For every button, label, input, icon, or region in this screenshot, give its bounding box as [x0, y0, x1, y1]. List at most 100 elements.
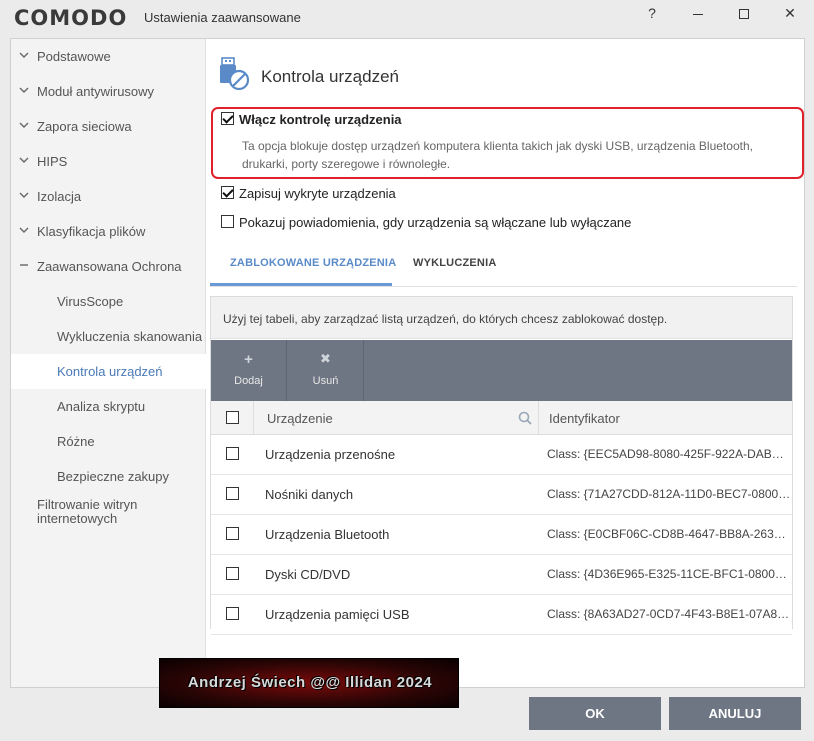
- chevron-down-icon: [11, 120, 37, 133]
- sidebar-item-label: Kontrola urządzeń: [57, 364, 163, 379]
- sidebar-item-label: HIPS: [37, 154, 68, 169]
- comodo-logo: COMODO: [14, 6, 128, 30]
- table-row[interactable]: Urządzenia pamięci USB Class: {8A63AD27-…: [211, 595, 792, 635]
- ok-button[interactable]: OK: [529, 697, 661, 730]
- enable-control-label: Włącz kontrolę urządzenia: [239, 112, 402, 127]
- enable-control-description: Ta opcja blokuje dostęp urządzeń kompute…: [242, 139, 753, 171]
- sidebar-subitem-bezpieczne-zakupy[interactable]: Bezpieczne zakupy: [11, 459, 206, 494]
- enable-control-checkbox[interactable]: [221, 112, 234, 125]
- help-button[interactable]: ?: [629, 2, 675, 26]
- column-header-device[interactable]: Urządzenie: [267, 411, 333, 426]
- sidebar-item-label: VirusScope: [57, 294, 124, 309]
- tab-blocked-devices[interactable]: ZABLOKOWANE URZĄDZENIA: [230, 257, 396, 269]
- show-notifications-label: Pokazuj powiadomienia, gdy urządzenia są…: [239, 215, 632, 230]
- table-toolbar: + Dodaj ✖ Usuń: [211, 340, 792, 401]
- device-name: Urządzenia Bluetooth: [265, 527, 390, 542]
- maximize-icon: [739, 9, 749, 20]
- device-identifier: Class: {EEC5AD98-8080-425F-922A-DABF3DE3…: [547, 447, 791, 461]
- sidebar-subitem-wykluczenia[interactable]: Wykluczenia skanowania: [11, 319, 206, 354]
- window-title: Ustawienia zaawansowane: [144, 10, 301, 25]
- save-detected-label: Zapisuj wykryte urządzenia: [239, 186, 396, 201]
- search-icon[interactable]: [518, 411, 532, 425]
- usb-blocked-icon: [220, 57, 250, 91]
- collapse-dash-icon: [11, 260, 37, 273]
- column-header-identifier[interactable]: Identyfikator: [549, 411, 620, 426]
- minimize-icon: [693, 13, 703, 15]
- chevron-down-icon: [11, 190, 37, 203]
- save-detected-checkbox[interactable]: [221, 186, 234, 199]
- table-row[interactable]: Nośniki danych Class: {71A27CDD-812A-11D…: [211, 475, 792, 515]
- row-checkbox[interactable]: [226, 487, 239, 500]
- remove-button[interactable]: ✖ Usuń: [288, 340, 364, 401]
- show-notifications-checkbox[interactable]: [221, 215, 234, 228]
- sidebar-subitem-rozne[interactable]: Różne: [11, 424, 206, 459]
- filter-label-line2: internetowych: [37, 511, 118, 526]
- tab-divider: [210, 286, 797, 287]
- sidebar-item-zapora[interactable]: Zapora sieciowa: [11, 109, 206, 144]
- device-name: Urządzenia przenośne: [265, 447, 396, 462]
- device-name: Dyski CD/DVD: [265, 567, 351, 582]
- row-checkbox[interactable]: [226, 607, 239, 620]
- sidebar-item-klasyfikacja[interactable]: Klasyfikacja plików: [11, 214, 206, 249]
- table-intro: Użyj tej tabeli, aby zarządzać listą urz…: [211, 297, 792, 339]
- sidebar-item-label: Podstawowe: [37, 49, 111, 64]
- add-button[interactable]: + Dodaj: [211, 340, 287, 401]
- sidebar-item-label: Bezpieczne zakupy: [57, 469, 170, 484]
- row-checkbox[interactable]: [226, 567, 239, 580]
- minimize-button[interactable]: [675, 2, 721, 26]
- table-row[interactable]: Dyski CD/DVD Class: {4D36E965-E325-11CE-…: [211, 555, 792, 595]
- sidebar-item-podstawowe[interactable]: Podstawowe: [11, 39, 206, 74]
- active-tab-indicator: [210, 283, 392, 286]
- sidebar-item-label: Różne: [57, 434, 95, 449]
- cancel-button[interactable]: ANULUJ: [669, 697, 801, 730]
- device-identifier: Class: {71A27CDD-812A-11D0-BEC7-08002BE2…: [547, 487, 791, 501]
- sidebar-item-zaawansowana-ochrona[interactable]: Zaawansowana Ochrona: [11, 249, 206, 284]
- device-identifier: Class: {8A63AD27-0CD7-4F43-B8E1-07A8E0E6…: [547, 607, 791, 621]
- sidebar: Podstawowe Moduł antywirusowy Zapora sie…: [11, 39, 206, 687]
- plus-icon: +: [244, 351, 253, 368]
- row-checkbox[interactable]: [226, 527, 239, 540]
- sidebar-item-antywirus[interactable]: Moduł antywirusowy: [11, 74, 206, 109]
- tab-exclusions[interactable]: WYKLUCZENIA: [413, 257, 496, 269]
- chevron-down-icon: [11, 155, 37, 168]
- remove-label: Usuń: [312, 375, 339, 387]
- table-row[interactable]: Urządzenia Bluetooth Class: {E0CBF06C-CD…: [211, 515, 792, 555]
- maximize-button[interactable]: [721, 2, 767, 26]
- sidebar-subitem-kontrola-urzadzen[interactable]: Kontrola urządzeń: [11, 354, 206, 389]
- chevron-down-icon: [11, 85, 37, 98]
- chevron-down-icon: [11, 50, 37, 63]
- column-divider: [538, 401, 539, 435]
- sidebar-item-label: Zaawansowana Ochrona: [37, 259, 182, 274]
- settings-panel: Podstawowe Moduł antywirusowy Zapora sie…: [10, 38, 805, 688]
- sidebar-item-label: Moduł antywirusowy: [37, 84, 155, 99]
- sidebar-subitem-analiza-skryptu[interactable]: Analiza skryptu: [11, 389, 206, 424]
- device-identifier: Class: {4D36E965-E325-11CE-BFC1-08002BE1…: [547, 567, 791, 581]
- watermark-logo: Andrzej Świech @@ Illidan 2024: [159, 658, 459, 708]
- sidebar-subitem-virusscope[interactable]: VirusScope: [11, 284, 206, 319]
- main-content: Kontrola urządzeń Włącz kontrolę urządze…: [206, 39, 804, 687]
- sidebar-item-label: Filtrowanie witryn internetowych: [37, 498, 137, 526]
- add-label: Dodaj: [234, 375, 263, 387]
- device-name: Nośniki danych: [265, 487, 354, 502]
- sidebar-item-label: Klasyfikacja plików: [37, 224, 146, 239]
- sidebar-item-filtrowanie[interactable]: Filtrowanie witryn internetowych: [11, 494, 206, 534]
- sidebar-item-label: Izolacja: [37, 189, 82, 204]
- watermark-text: Andrzej Świech @@ Illidan 2024: [187, 674, 433, 691]
- devices-table: Użyj tej tabeli, aby zarządzać listą urz…: [210, 296, 793, 635]
- title-bar: COMODO Ustawienia zaawansowane ? ✕: [0, 0, 814, 36]
- filter-label-line1: Filtrowanie witryn: [37, 497, 138, 512]
- close-button[interactable]: ✕: [767, 2, 813, 26]
- select-all-checkbox[interactable]: [226, 411, 239, 424]
- page-title: Kontrola urządzeń: [261, 67, 399, 86]
- chevron-down-icon: [11, 225, 37, 238]
- sidebar-item-label: Analiza skryptu: [57, 399, 146, 414]
- table-row[interactable]: Urządzenia przenośne Class: {EEC5AD98-80…: [211, 435, 792, 475]
- device-name: Urządzenia pamięci USB: [265, 607, 410, 622]
- remove-x-icon: ✖: [320, 351, 331, 366]
- column-divider: [253, 401, 254, 435]
- device-identifier: Class: {E0CBF06C-CD8B-4647-BB8A-263B43F0…: [547, 527, 791, 541]
- table-header: Urządzenie Identyfikator: [211, 401, 792, 435]
- row-checkbox[interactable]: [226, 447, 239, 460]
- sidebar-item-izolacja[interactable]: Izolacja: [11, 179, 206, 214]
- sidebar-item-hips[interactable]: HIPS: [11, 144, 206, 179]
